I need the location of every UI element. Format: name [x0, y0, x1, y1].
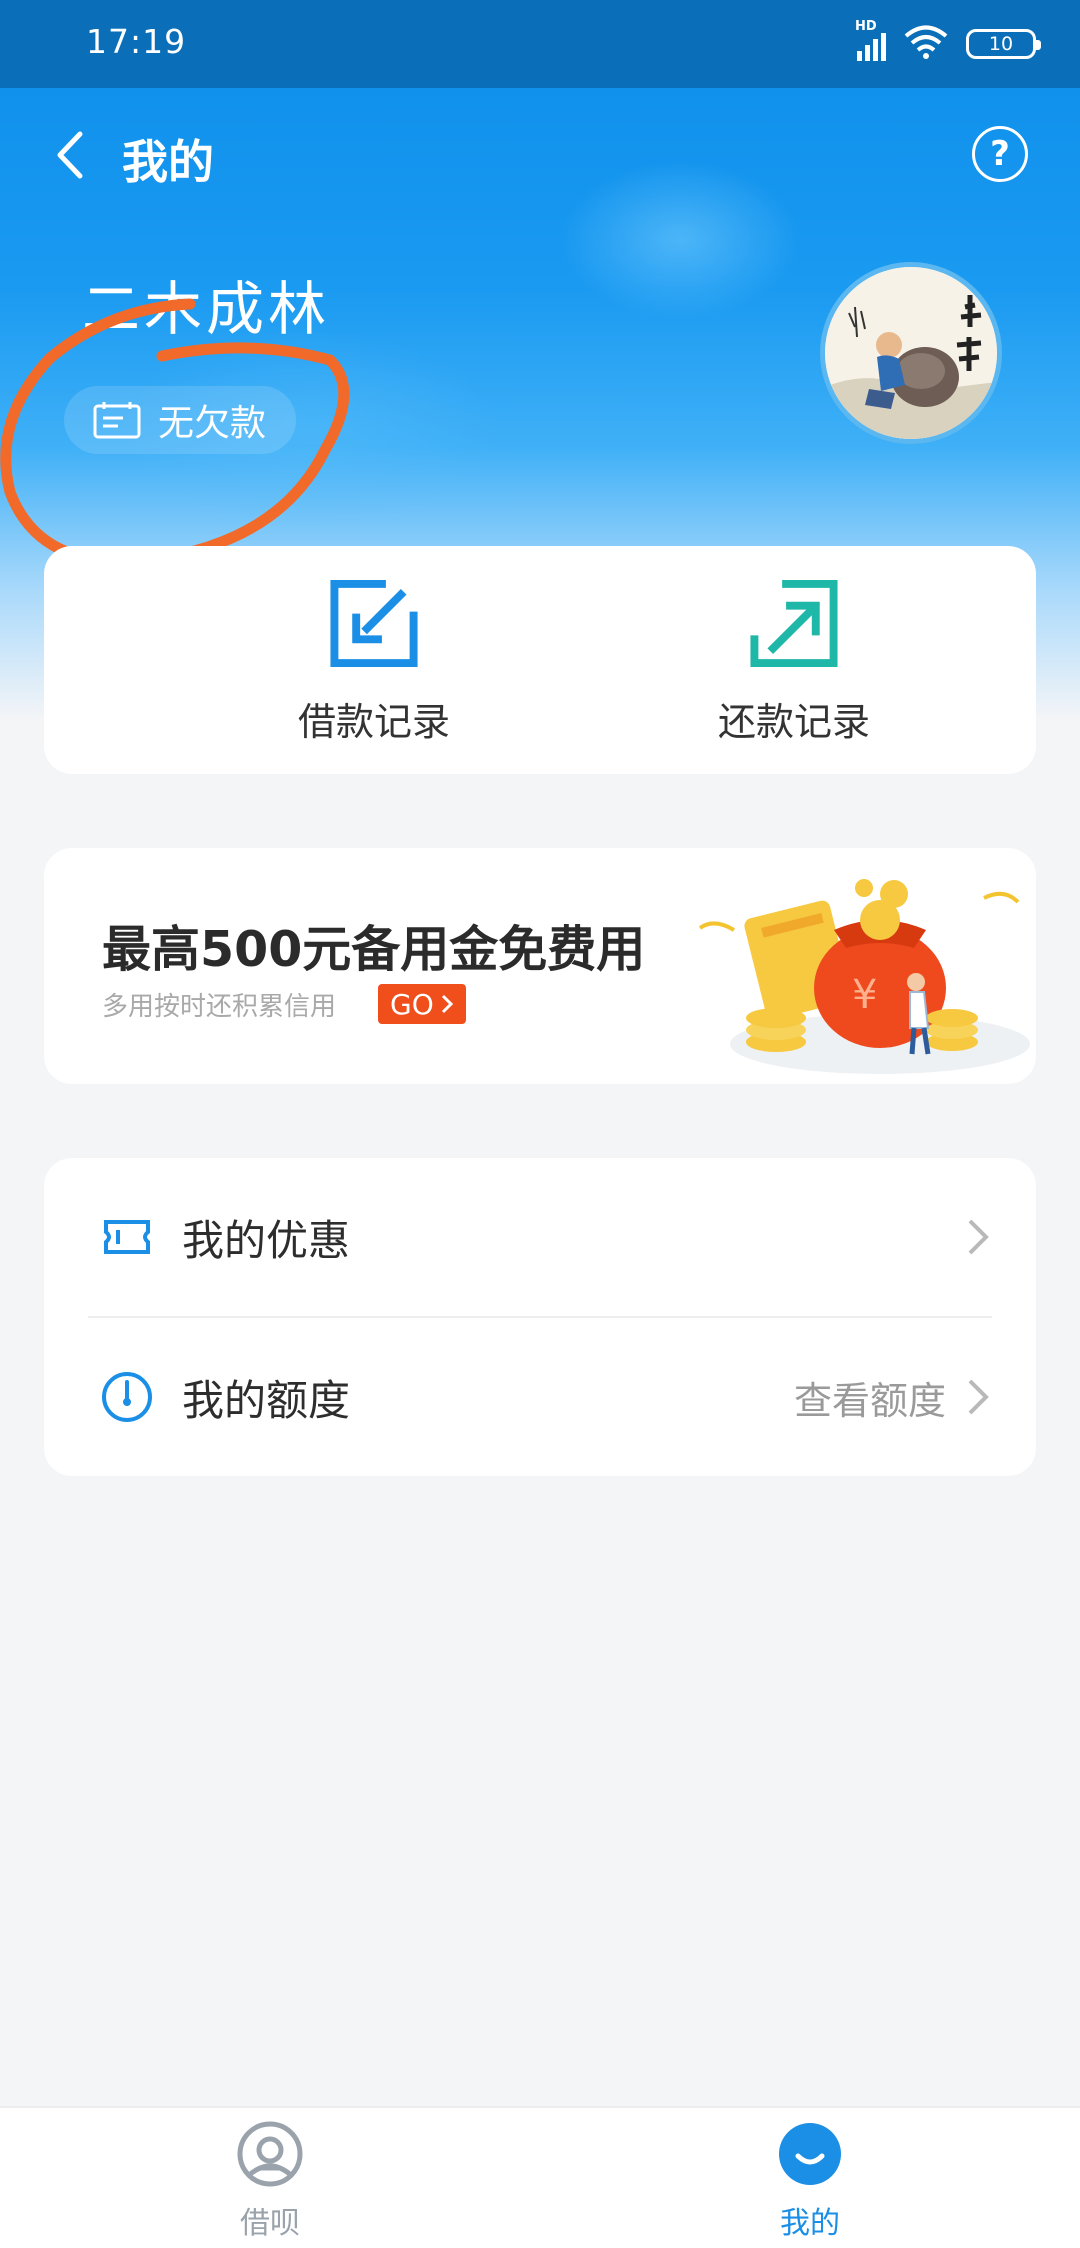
promo-title: 最高500元备用金免费用 — [102, 921, 646, 978]
avatar[interactable] — [820, 262, 1002, 444]
menu-item-label: 我的额度 — [182, 1375, 351, 1425]
menu-item-my-quota[interactable]: 我的额度 查看额度 — [44, 1318, 1036, 1476]
tab-label: 借呗 — [240, 2206, 300, 2241]
view-quota-link[interactable]: 查看额度 — [794, 1370, 946, 1425]
user-name: 二木成林 — [82, 275, 331, 343]
debt-status-badge[interactable]: 无欠款 — [64, 386, 297, 454]
chevron-right-icon — [968, 1219, 989, 1255]
question-mark-icon: ? — [990, 134, 1010, 174]
repay-record-icon — [750, 579, 838, 668]
bottom-navigation: 借呗 我的 — [0, 2106, 1080, 2248]
menu-list: 我的优惠 我的额度 查看额度 — [44, 1158, 1036, 1476]
menu-item-my-coupons[interactable]: 我的优惠 — [44, 1158, 1036, 1316]
bill-icon — [93, 402, 141, 439]
avatar-image — [825, 267, 997, 439]
chevron-right-icon — [968, 1379, 989, 1415]
go-label: GO — [390, 987, 434, 1021]
smile-icon — [779, 2123, 841, 2185]
coupon-icon — [104, 1220, 150, 1254]
go-button[interactable]: GO — [378, 984, 466, 1024]
my-page: 17:19 HD 10 我的 ? 二木成林 无欠款 借款记录 还款记录 最高50… — [0, 0, 1080, 2248]
tab-jiebei[interactable]: 借呗 — [170, 2120, 370, 2246]
repay-records-button[interactable]: 还款记录 — [644, 576, 944, 746]
jiebei-icon — [237, 2121, 303, 2187]
chevron-left-icon — [57, 131, 83, 179]
records-card: 借款记录 还款记录 — [44, 546, 1036, 774]
tab-mine[interactable]: 我的 — [710, 2120, 910, 2246]
title-bar: 我的 ? — [0, 100, 1080, 210]
promo-subtitle: 多用按时还积累信用 — [102, 992, 337, 1022]
network-type-label: HD — [855, 19, 877, 34]
borrow-record-icon — [330, 579, 418, 668]
svg-text:¥: ¥ — [852, 972, 877, 1018]
status-time: 17:19 — [86, 22, 187, 61]
borrow-records-button[interactable]: 借款记录 — [224, 576, 524, 746]
debt-status-label: 无欠款 — [158, 403, 267, 444]
wifi-icon — [904, 25, 948, 63]
promo-banner[interactable]: 最高500元备用金免费用 多用按时还积累信用 GO ¥ — [44, 848, 1036, 1084]
page-title: 我的 — [122, 135, 214, 189]
signal-icon: HD — [855, 19, 886, 61]
tab-label: 我的 — [780, 2206, 840, 2241]
help-button[interactable]: ? — [972, 126, 1028, 182]
chevron-right-icon — [441, 994, 453, 1014]
status-bar: 17:19 HD 10 — [0, 0, 1080, 88]
back-button[interactable] — [40, 122, 100, 188]
menu-item-label: 我的优惠 — [182, 1215, 351, 1265]
repay-records-label: 还款记录 — [717, 700, 870, 744]
battery-icon: 10 — [966, 29, 1041, 59]
borrow-records-label: 借款记录 — [297, 700, 450, 744]
money-bag-illustration: ¥ — [698, 879, 1030, 1074]
gauge-icon — [102, 1372, 152, 1422]
battery-level: 10 — [988, 33, 1014, 55]
